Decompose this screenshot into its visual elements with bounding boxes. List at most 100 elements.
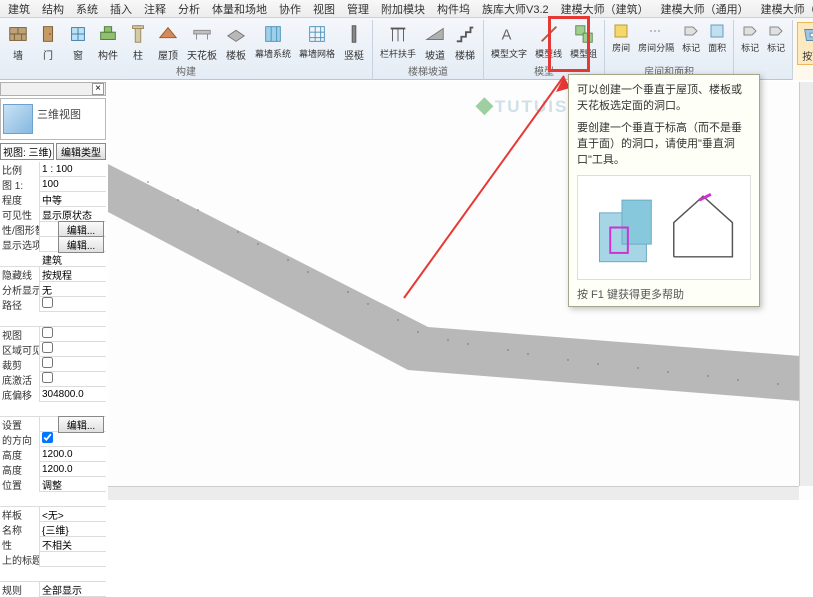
scrollbar-horizontal[interactable] <box>108 486 799 500</box>
menu-item[interactable]: 族库大师V3.2 <box>476 0 555 19</box>
ribbon-group-opening: 按面 竖井 墙 垂直 老虎窗 洞口 <box>793 20 813 80</box>
property-value[interactable]: 不相关 <box>40 537 106 552</box>
roof-button[interactable]: 屋顶 <box>154 22 182 63</box>
model-group-button[interactable]: 模型组 <box>567 22 600 61</box>
property-key: 裁剪 <box>0 357 40 372</box>
property-value[interactable] <box>40 357 106 371</box>
menu-item[interactable]: 插入 <box>104 0 138 19</box>
property-value[interactable] <box>40 372 106 386</box>
property-key: 的方向 <box>0 432 40 447</box>
property-value[interactable] <box>40 327 106 341</box>
property-value[interactable]: 无 <box>40 282 106 297</box>
tooltip-popup: 可以创建一个垂直于屋顶、楼板或天花板选定面的洞口。 要创建一个垂直于标高（而不是… <box>568 74 760 307</box>
menu-item[interactable]: 构件坞 <box>431 0 476 19</box>
group-label: 模型 <box>534 63 554 78</box>
property-value[interactable]: 1200.0 <box>40 464 106 475</box>
property-value[interactable]: 全部显示 <box>40 582 106 597</box>
menu-item[interactable]: 结构 <box>36 0 70 19</box>
ramp-button[interactable]: 坡道 <box>421 22 449 63</box>
ribbon-group-room: 房间 房间分隔 标记 面积 房间和面积 <box>605 20 734 80</box>
property-row: 高度1200.0 <box>0 462 106 477</box>
property-value[interactable] <box>40 432 106 446</box>
property-value[interactable]: 建筑 <box>40 252 106 267</box>
floor-button[interactable]: 楼板 <box>222 22 250 63</box>
property-value[interactable]: 显示原状态 <box>40 207 106 222</box>
property-value[interactable]: 1 : 100 <box>40 164 106 175</box>
cube-icon <box>3 104 33 134</box>
property-value[interactable]: 编辑... <box>40 416 106 433</box>
ceiling-button[interactable]: 天花板 <box>184 22 220 63</box>
group-label: 楼梯坡道 <box>408 63 448 78</box>
property-row: 底偏移304800.0 <box>0 387 106 402</box>
component-button[interactable]: 构件 <box>94 22 122 63</box>
property-row: 隐藏线按规程 <box>0 267 106 282</box>
property-value[interactable]: 按规程 <box>40 267 106 282</box>
room-icon <box>613 23 629 39</box>
property-value[interactable]: 调整 <box>40 477 106 492</box>
close-icon[interactable]: × <box>92 83 104 95</box>
wall-button[interactable]: 墙 <box>4 22 32 63</box>
property-row: 路径 <box>0 297 106 312</box>
property-value[interactable]: {三维} <box>40 522 106 537</box>
room-button[interactable]: 房间 <box>609 22 633 55</box>
property-value[interactable]: 编辑... <box>40 236 106 253</box>
property-row <box>0 312 106 327</box>
tag3-button[interactable]: 标记 <box>764 22 788 55</box>
door-button[interactable]: 门 <box>34 22 62 63</box>
column-button[interactable]: 柱 <box>124 22 152 63</box>
room-sep-button[interactable]: 房间分隔 <box>635 22 677 55</box>
property-key: 隐藏线 <box>0 267 40 282</box>
menu-item[interactable]: 注释 <box>138 0 172 19</box>
menu-item[interactable]: 建模大师（建筑） <box>555 0 655 19</box>
menu-item[interactable]: 建模大师（机电） <box>755 0 813 19</box>
menu-item[interactable]: 管理 <box>341 0 375 19</box>
menu-item[interactable]: 建模大师（通用） <box>655 0 755 19</box>
tooltip-diagram <box>577 175 751 280</box>
sep-icon <box>648 23 664 39</box>
column-icon <box>127 23 149 45</box>
grid-icon <box>306 23 328 45</box>
stair-button[interactable]: 楼梯 <box>451 22 479 63</box>
menu-item[interactable]: 体量和场地 <box>206 0 273 19</box>
ceiling-icon <box>191 23 213 45</box>
property-value[interactable]: 中等 <box>40 192 106 207</box>
edit-button[interactable]: 编辑... <box>58 236 104 253</box>
property-key: 高度 <box>0 447 40 462</box>
curtain-system-button[interactable]: 幕墙系统 <box>252 22 294 61</box>
model-line-button[interactable]: 模型线 <box>532 22 565 61</box>
tag2-button[interactable]: 标记 <box>738 22 762 55</box>
menu-item[interactable]: 分析 <box>172 0 206 19</box>
window-button[interactable]: 窗 <box>64 22 92 63</box>
wall-icon <box>7 23 29 45</box>
menu-item[interactable]: 视图 <box>307 0 341 19</box>
menu-item[interactable]: 协作 <box>273 0 307 19</box>
property-row: 高度1200.0 <box>0 447 106 462</box>
menu-item[interactable]: 系统 <box>70 0 104 19</box>
model-text-button[interactable]: A模型文字 <box>488 22 530 61</box>
curtain-grid-button[interactable]: 幕墙网格 <box>296 22 338 61</box>
area-icon <box>709 23 725 39</box>
scrollbar-vertical[interactable] <box>799 82 813 486</box>
menu-item[interactable]: 建筑 <box>2 0 36 19</box>
property-value[interactable]: 100 <box>40 179 106 190</box>
tag-button[interactable]: 标记 <box>679 22 703 55</box>
view-selector[interactable]: 视图: 三维) <box>0 143 54 160</box>
byface-button[interactable]: 按面 <box>797 22 813 65</box>
property-value[interactable]: <无> <box>40 507 106 522</box>
edit-button[interactable]: 编辑... <box>58 416 104 433</box>
railing-button[interactable]: 栏杆扶手 <box>377 22 419 61</box>
ribbon-group-stairs: 栏杆扶手 坡道 楼梯 楼梯坡道 <box>373 20 484 80</box>
ribbon-group-build: 墙 门 窗 构件 柱 屋顶 天花板 楼板 幕墙系统 幕墙网格 竖梃 构建 <box>0 20 373 80</box>
property-value[interactable]: 304800.0 <box>40 389 106 400</box>
view-thumbnail[interactable]: 三维视图 <box>0 98 106 140</box>
property-value[interactable] <box>40 297 106 311</box>
property-key: 规则 <box>0 582 40 597</box>
menu-item[interactable]: 附加模块 <box>375 0 431 19</box>
property-value[interactable]: 1200.0 <box>40 449 106 460</box>
property-value[interactable] <box>40 342 106 356</box>
mullion-icon <box>343 23 365 45</box>
door-icon <box>37 23 59 45</box>
area-button[interactable]: 面积 <box>705 22 729 55</box>
edit-type-button[interactable]: 编辑类型 <box>56 143 106 160</box>
mullion-button[interactable]: 竖梃 <box>340 22 368 63</box>
